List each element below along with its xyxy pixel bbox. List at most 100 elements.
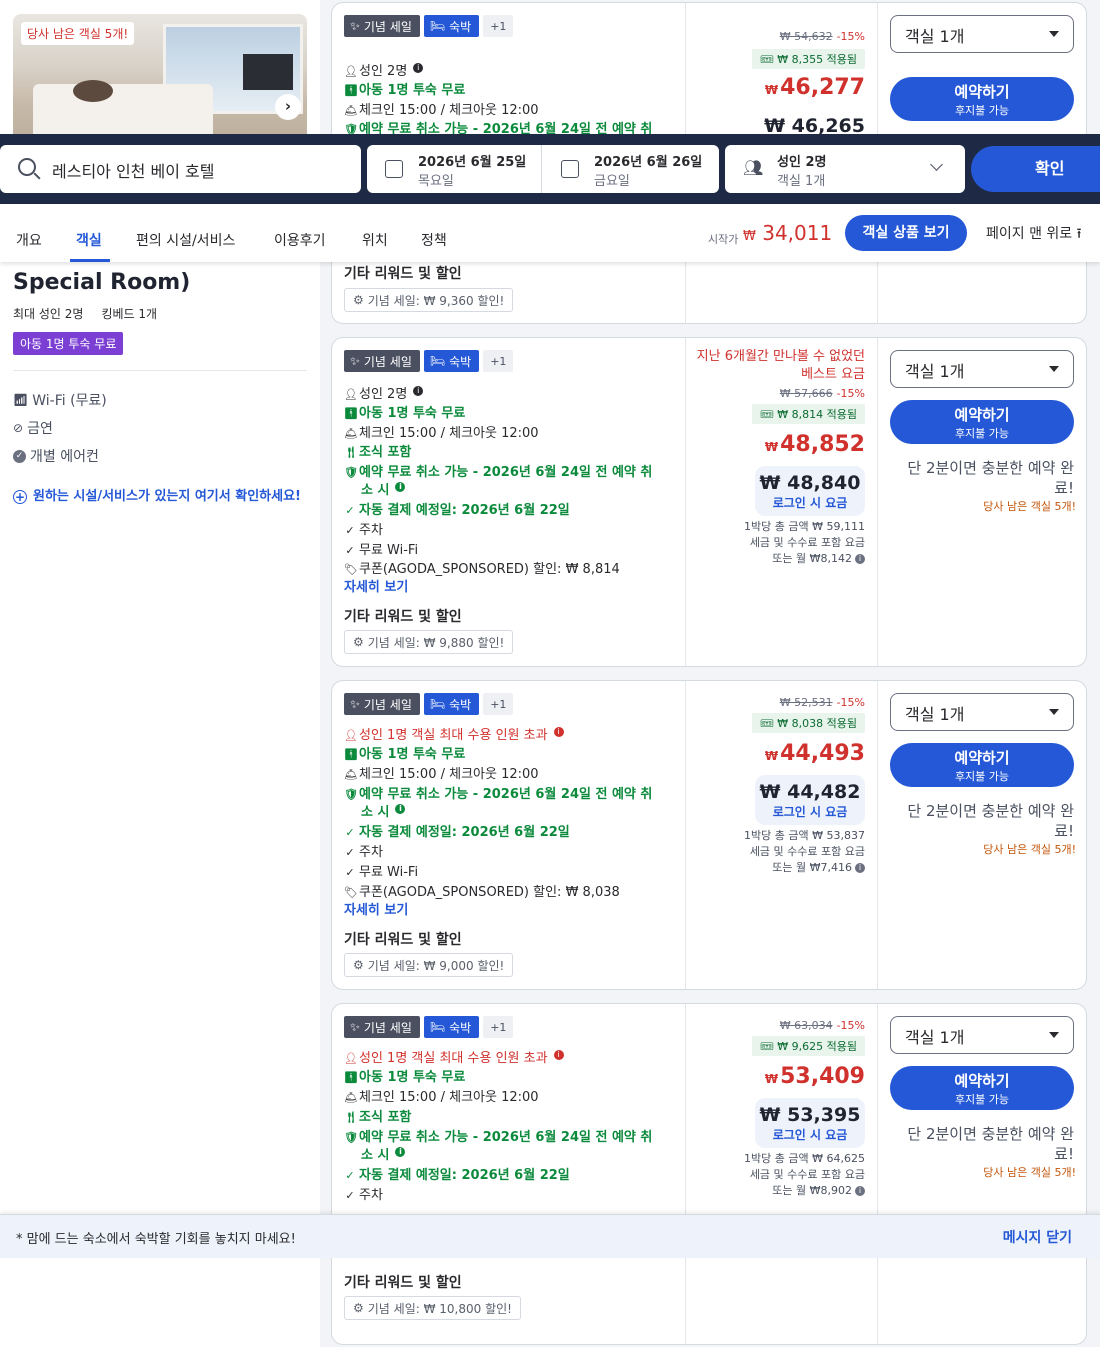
details-link[interactable]: 자세히 보기	[344, 902, 408, 920]
quick-booking: 단 2분이면 충분한 예약 완료!	[907, 1125, 1074, 1163]
confirm-button[interactable]: 확인	[971, 146, 1100, 192]
badge-stay: 🛏︎ 숙박	[423, 1016, 480, 1038]
price-breakdown: 1박당 총 금액 ₩ 64,625 세금 및 수수료 포함 요금 또는 월 ₩8…	[744, 1152, 865, 1197]
other-rewards-title: 기타 리워드 및 할인	[344, 932, 462, 948]
tab-facilities[interactable]: 편의 시설/서비스	[136, 230, 235, 250]
checkin-field[interactable]: 2026년 6월 25일 목요일	[367, 145, 542, 193]
info-icon[interactable]: i	[395, 482, 406, 492]
gear-icon: ⚙︎	[353, 1301, 364, 1315]
parking: ✓ 주차	[345, 845, 383, 860]
badge-more[interactable]: +1	[483, 1016, 514, 1038]
badge-row: ✨︎ 기념 세일 🛏︎ 숙박 +1	[344, 350, 514, 372]
book-button[interactable]: 예약하기 후지불 가능	[890, 400, 1074, 444]
back-to-top-link[interactable]: 페이지 맨 위로 ⭱	[986, 223, 1082, 247]
price-breakdown: 1박당 총 금액 ₩ 53,837 세금 및 수수료 포함 요금 또는 월 ₩7…	[744, 829, 865, 874]
gear-icon: ⚙︎	[353, 958, 364, 972]
room-count-select[interactable]: 객실 1개	[890, 1016, 1074, 1054]
book-button[interactable]: 예약하기 후지불 가능	[890, 743, 1074, 787]
tab-policy[interactable]: 정책	[421, 230, 447, 250]
tab-rooms[interactable]: 객실	[76, 230, 102, 250]
max-occupancy: 최대 성인 2명	[13, 307, 84, 321]
message-bar: * 맘에 드는 숙소에서 숙박할 기회를 놓치지 마세요! 메시지 닫기	[0, 1214, 1100, 1258]
chevron-down-icon	[1049, 31, 1059, 37]
auto-pay: ✓ 자동 결제 예정일: 2026년 6월 22일	[345, 1168, 570, 1183]
person-icon: 👤︎	[344, 65, 358, 78]
guest-picker[interactable]: 👥︎ 성인 2명 객실 1개	[725, 145, 965, 193]
room-count-select[interactable]: 객실 1개	[890, 350, 1074, 388]
view-rooms-button[interactable]: 객실 상품 보기	[845, 215, 967, 251]
book-button[interactable]: 예약하기 후지불 가능	[890, 1066, 1074, 1110]
badge-more[interactable]: +1	[483, 693, 514, 715]
ticket-icon: 🎟︎	[759, 716, 774, 730]
check-icon: ✓	[345, 504, 355, 517]
tab-overview[interactable]: 개요	[16, 230, 42, 250]
book-button[interactable]: 예약하기 후지불 가능	[890, 77, 1074, 121]
info-icon[interactable]: i	[413, 386, 424, 396]
tab-reviews[interactable]: 이용후기	[274, 230, 326, 250]
checkout-field[interactable]: 2026년 6월 26일 금요일	[543, 145, 719, 193]
party-icon: ✨︎	[350, 696, 360, 711]
tab-location[interactable]: 위치	[362, 230, 388, 250]
badge-stay: 🛏︎ 숙박	[423, 350, 480, 372]
login-price-box: ₩ 44,482 로그인 시 요금	[755, 775, 865, 825]
people-icon: 👥︎	[743, 158, 764, 177]
remaining-rooms: 당사 남은 객실 5개!	[983, 843, 1076, 856]
coupon: 🏷︎ 쿠폰(AGODA_SPONSORED) 할인: ₩ 8,038	[344, 885, 620, 900]
bed-icon: 🛏︎	[429, 697, 446, 711]
badge-sale: ✨︎ 기념 세일	[344, 1016, 420, 1038]
badge-row: ✨︎ 기념 세일 🛏︎ 숙박 +1	[344, 1016, 514, 1038]
info-icon[interactable]: i	[855, 1186, 865, 1196]
date-picker[interactable]: 2026년 6월 25일 목요일 2026년 6월 26일 금요일	[367, 145, 719, 193]
bed-icon: 🛏︎	[429, 354, 446, 368]
check-icon: ✓	[345, 1189, 355, 1202]
info-icon[interactable]: i	[553, 1050, 564, 1060]
search-icon-handle	[33, 172, 41, 180]
calendar-icon	[561, 160, 579, 178]
next-photo-icon[interactable]: ›	[275, 94, 301, 120]
final-price: ₩46,277	[764, 75, 865, 100]
info-icon[interactable]: i	[553, 727, 564, 737]
breakfast: 🍴︎ 조식 포함	[344, 1110, 412, 1125]
quick-booking: 단 2분이면 충분한 예약 완료!	[907, 802, 1074, 840]
info-icon[interactable]: i	[855, 863, 865, 873]
search-field[interactable]: 레스티아 인천 베이 호텔	[0, 145, 361, 193]
search-input[interactable]: 레스티아 인천 베이 호텔	[52, 158, 214, 182]
amenity-nosmoking: ⊘ 금연	[13, 421, 53, 437]
free-cancel: 🛡︎ 예약 무료 취소 가능 - 2026년 6월 24일 전 예약 취	[344, 465, 653, 480]
free-cancel-cont: 소 시i	[361, 482, 406, 500]
discount-applied: 🎟︎ ₩ 9,625 적용됨	[751, 1036, 865, 1056]
close-message-button[interactable]: 메시지 닫기	[1003, 1227, 1072, 1247]
info-icon[interactable]: i	[413, 63, 424, 73]
badge-more[interactable]: +1	[483, 15, 514, 37]
badge-more[interactable]: +1	[483, 350, 514, 372]
original-price: ₩ 57,666 -15%	[779, 387, 865, 400]
checkout-date: 2026년 6월 26일	[594, 155, 703, 170]
checkin-date: 2026년 6월 25일	[418, 155, 527, 170]
person-icon: 👤︎	[344, 729, 358, 742]
info-icon[interactable]: i	[395, 1147, 406, 1157]
occupancy-warning: 👤︎ 성인 1명 객실 최대 수용 인원 초과 i	[344, 727, 564, 745]
start-price-label: 시작가	[708, 233, 739, 246]
checkin-times: 🛎︎ 체크인 15:00 / 체크아웃 12:00	[344, 1090, 539, 1105]
amenity-wifi: 📶︎ Wi-Fi (무료)	[13, 393, 107, 409]
bell-icon: 🛎︎	[344, 104, 358, 117]
check-icon: ✓	[345, 826, 355, 839]
amenity-prompt[interactable]: + 원하는 시설/서비스가 있는지 여기서 확인하세요!	[13, 488, 303, 505]
bed-type: 킹베드 1개	[101, 307, 158, 321]
tag-icon: 🏷︎	[344, 886, 358, 899]
reward-box: ⚙︎ 기념 세일: ₩ 9,360 할인!	[344, 288, 514, 312]
info-icon[interactable]: i	[855, 554, 865, 564]
reward-box: ⚙︎ 기념 세일: ₩ 10,800 할인!	[344, 1296, 521, 1320]
room-photo[interactable]: 당사 남은 객실 5개! ›	[13, 14, 307, 144]
party-icon: ✨︎	[350, 353, 360, 368]
details-link[interactable]: 자세히 보기	[344, 579, 408, 597]
person-icon: 👤︎	[344, 1052, 358, 1065]
check-circle-icon: ✓	[13, 449, 26, 463]
fork-knife-icon: 🍴︎	[344, 1111, 358, 1124]
room-count-select[interactable]: 객실 1개	[890, 15, 1074, 53]
shield-icon: 🛡︎	[344, 788, 358, 801]
reward-box: ⚙︎ 기념 세일: ₩ 9,880 할인!	[344, 630, 514, 654]
badge-row: ✨︎ 기념 세일 🛏︎ 숙박 +1	[344, 693, 514, 715]
room-count-select[interactable]: 객실 1개	[890, 693, 1074, 731]
info-icon[interactable]: i	[395, 804, 406, 814]
